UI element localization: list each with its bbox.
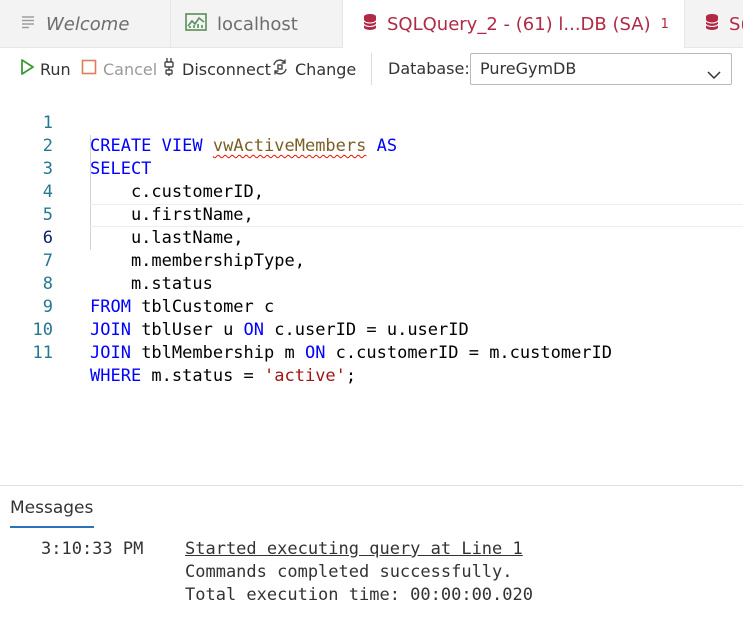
tab-localhost-label: localhost <box>217 13 298 35</box>
code-line: 7 m.status <box>0 227 743 294</box>
problem-count-badge: 1 <box>660 16 669 32</box>
tab-next-label: S( <box>729 13 743 35</box>
disconnect-label: Disconnect <box>182 59 271 79</box>
database-select[interactable]: PureGymDB <box>470 53 732 85</box>
disconnect-button[interactable]: Disconnect <box>162 57 271 81</box>
code-line: 2 SELECT <box>0 112 743 179</box>
cancel-label: Cancel <box>103 59 158 79</box>
database-icon <box>705 13 719 36</box>
code-line: 1 CREATE VIEW vwActiveMembers AS <box>0 89 743 156</box>
database-label: Database: <box>388 59 470 78</box>
tab-welcome-label: Welcome <box>46 13 130 35</box>
tab-localhost[interactable]: localhost <box>171 0 343 48</box>
code-line: 4 u.firstName, <box>0 158 743 225</box>
code-line: 3 c.customerID, <box>0 135 743 202</box>
code-line: 9 JOIN tblUser u ON c.userID = u.userID <box>0 273 743 340</box>
change-label: Change <box>295 59 357 79</box>
code-line: 5 u.lastName, <box>0 181 743 248</box>
messages-panel: Messages 3:10:33 PM Started executing qu… <box>0 485 743 627</box>
run-label: Run <box>40 59 71 79</box>
database-icon <box>363 13 377 36</box>
message-link[interactable]: Started executing query at Line 1 <box>185 539 523 559</box>
cancel-button[interactable]: Cancel <box>81 57 157 81</box>
code-line-current: 6 m.membershipType, <box>0 204 743 271</box>
line-number: 11 <box>32 343 53 363</box>
stop-icon <box>81 59 97 79</box>
tab-sqlquery-label: SQLQuery_2 - (61) l...DB (SA) <box>387 13 651 35</box>
code-line: 8 FROM tblCustomer c <box>0 250 743 317</box>
change-connection-icon <box>271 58 289 80</box>
disconnect-plug-icon <box>162 57 176 81</box>
tab-welcome[interactable]: Welcome <box>0 0 171 48</box>
toolbar-divider <box>371 53 372 85</box>
active-tab-indicator <box>10 526 94 528</box>
play-icon <box>20 59 34 79</box>
message-text: Total execution time: 00:00:00.020 <box>185 585 533 605</box>
code-line: 10 JOIN tblMembership m ON c.customerID … <box>0 296 743 363</box>
sql-editor[interactable]: 1 CREATE VIEW vwActiveMembers AS 2 SELEC… <box>0 89 743 485</box>
code-text: WHERE m.status = 'active'; <box>90 366 357 386</box>
message-timestamp: 3:10:33 PM <box>41 539 144 559</box>
tab-bar: Welcome localhost SQLQuery_2 - (61) l...… <box>0 0 743 49</box>
list-icon <box>20 14 36 35</box>
change-connection-button[interactable]: Change <box>271 57 356 81</box>
tab-sqlquery-next[interactable]: S( <box>685 0 743 48</box>
tab-sqlquery[interactable]: SQLQuery_2 - (61) l...DB (SA) 1 <box>343 0 685 49</box>
run-button[interactable]: Run <box>20 57 71 81</box>
code-text: JOIN tblMembership m ON c.customerID = m… <box>90 343 613 363</box>
tab-messages[interactable]: Messages <box>10 498 93 518</box>
dashboard-icon <box>185 12 207 36</box>
message-text: Commands completed successfully. <box>185 562 513 582</box>
code-line: 11 WHERE m.status = 'active'; <box>0 319 743 386</box>
database-value: PureGymDB <box>480 59 577 78</box>
query-toolbar: Run Cancel Disconnect Change Database: P… <box>0 49 743 89</box>
chevron-down-icon <box>707 62 721 92</box>
